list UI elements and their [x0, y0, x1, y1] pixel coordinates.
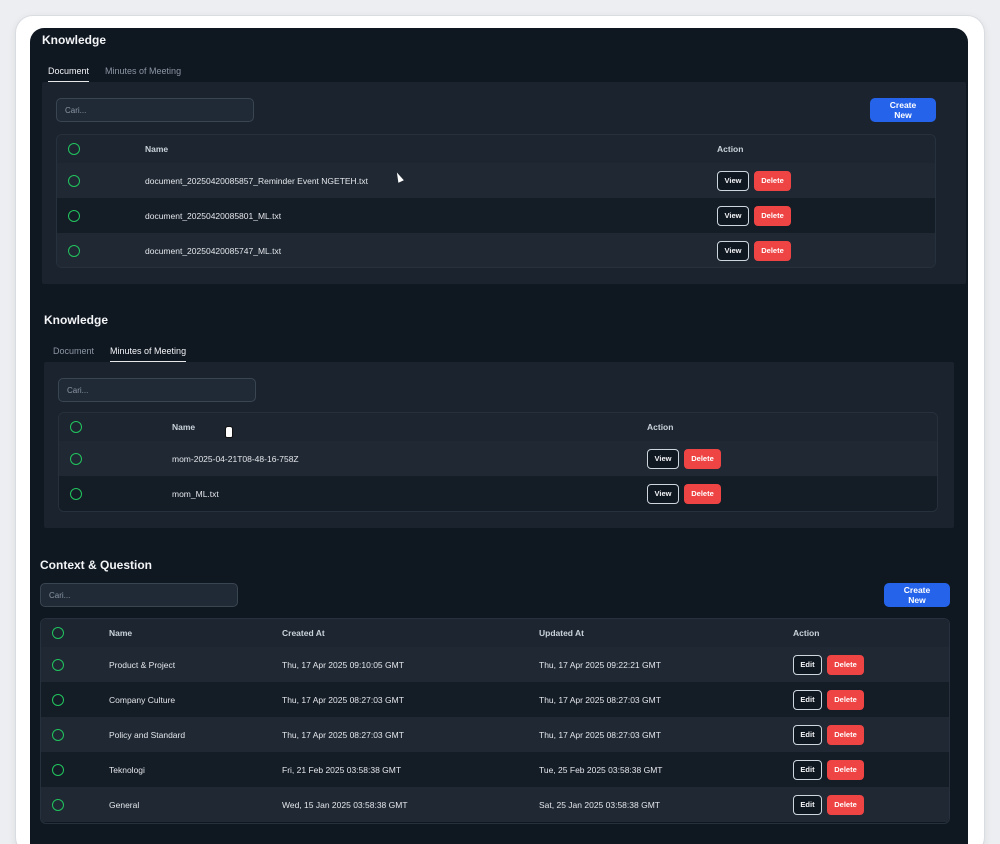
column-header-updated-at: Updated At — [539, 628, 585, 638]
document-table: Name Action document_20250420085857_Remi… — [56, 134, 936, 268]
minutes-table: Name Action mom-2025-04-21T08-48-16-758Z… — [58, 412, 938, 512]
table-row: Company Culture Thu, 17 Apr 2025 08:27:0… — [41, 682, 949, 717]
row-select-radio[interactable] — [52, 728, 64, 741]
row-select-radio[interactable] — [68, 244, 80, 257]
created-at: Fri, 21 Feb 2025 03:58:38 GMT — [282, 764, 402, 775]
column-header-action: Action — [793, 628, 820, 638]
row-select-radio[interactable] — [70, 452, 82, 465]
updated-at: Thu, 17 Apr 2025 09:22:21 GMT — [539, 659, 661, 670]
view-button[interactable]: View — [717, 205, 749, 226]
knowledge-mom-panel: Name Action mom-2025-04-21T08-48-16-758Z… — [44, 362, 954, 528]
tab-document[interactable]: Document — [53, 346, 94, 363]
created-at: Wed, 15 Jan 2025 03:58:38 GMT — [282, 799, 408, 810]
minutes-name: mom_ML.txt — [172, 488, 219, 499]
table-header: Name Created At Updated At Action — [41, 619, 949, 647]
updated-at: Sat, 25 Jan 2025 03:58:38 GMT — [539, 799, 660, 810]
tab-minutes-of-meeting[interactable]: Minutes of Meeting — [105, 66, 181, 83]
created-at: Thu, 17 Apr 2025 09:10:05 GMT — [282, 659, 404, 670]
delete-button[interactable]: Delete — [827, 794, 864, 815]
context-name: Teknologi — [109, 764, 145, 775]
delete-button[interactable]: Delete — [827, 654, 864, 675]
view-button[interactable]: View — [717, 240, 749, 261]
edit-button[interactable]: Edit — [793, 759, 822, 780]
table-row: document_20250420085747_ML.txt View Dele… — [57, 233, 935, 267]
table-row: Teknologi Fri, 21 Feb 2025 03:58:38 GMT … — [41, 752, 949, 787]
table-row: Product & Project Thu, 17 Apr 2025 09:10… — [41, 647, 949, 682]
view-button[interactable]: View — [717, 170, 749, 191]
context-title: Context & Question — [40, 558, 153, 572]
edit-button[interactable]: Edit — [793, 654, 822, 675]
row-select-radio[interactable] — [68, 174, 80, 187]
created-at: Thu, 17 Apr 2025 08:27:03 GMT — [282, 729, 404, 740]
row-select-radio[interactable] — [52, 798, 64, 811]
created-at: Thu, 17 Apr 2025 08:27:03 GMT — [282, 694, 404, 705]
document-name: document_20250420085857_Reminder Event N… — [145, 175, 369, 186]
delete-button[interactable]: Delete — [684, 448, 721, 469]
hand-cursor-icon — [225, 426, 233, 438]
delete-button[interactable]: Delete — [754, 205, 791, 226]
document-name: document_20250420085801_ML.txt — [145, 210, 282, 221]
search-input[interactable] — [40, 583, 238, 607]
table-header: Name Action — [59, 413, 937, 441]
context-name: Product & Project — [109, 659, 176, 670]
context-name: Company Culture — [109, 694, 176, 705]
select-all-radio[interactable] — [68, 143, 80, 155]
minutes-name: mom-2025-04-21T08-48-16-758Z — [172, 453, 299, 464]
table-row: mom-2025-04-21T08-48-16-758Z View Delete — [59, 441, 937, 476]
knowledge-doc-tabs: Document Minutes of Meeting — [48, 66, 181, 83]
knowledge-mom-title: Knowledge — [44, 313, 109, 327]
select-all-radio[interactable] — [70, 421, 82, 433]
updated-at: Thu, 17 Apr 2025 08:27:03 GMT — [539, 694, 661, 705]
edit-button[interactable]: Edit — [793, 794, 822, 815]
edit-button[interactable]: Edit — [793, 724, 822, 745]
delete-button[interactable]: Delete — [827, 724, 864, 745]
context-table: Name Created At Updated At Action Produc… — [40, 618, 950, 824]
create-new-button[interactable]: Create New — [884, 583, 950, 607]
updated-at: Tue, 25 Feb 2025 03:58:38 GMT — [539, 764, 663, 775]
column-header-action: Action — [647, 422, 674, 432]
updated-at: Thu, 17 Apr 2025 08:27:03 GMT — [539, 729, 661, 740]
knowledge-mom-tabs: Document Minutes of Meeting — [53, 346, 187, 363]
delete-button[interactable]: Delete — [754, 170, 791, 191]
table-row: document_20250420085857_Reminder Event N… — [57, 163, 935, 198]
tab-minutes-of-meeting[interactable]: Minutes of Meeting — [110, 346, 187, 363]
delete-button[interactable]: Delete — [827, 759, 864, 780]
table-row: mom_ML.txt View Delete — [59, 476, 937, 511]
column-header-name: Name — [109, 628, 133, 638]
column-header-name: Name — [172, 422, 196, 432]
view-button[interactable]: View — [647, 483, 679, 504]
table-row: General Wed, 15 Jan 2025 03:58:38 GMT Sa… — [41, 787, 949, 822]
delete-button[interactable]: Delete — [754, 240, 791, 261]
edit-button[interactable]: Edit — [793, 689, 822, 710]
column-header-action: Action — [717, 144, 744, 154]
app-screen: Knowledge Document Minutes of Meeting Cr… — [30, 28, 968, 844]
row-select-radio[interactable] — [52, 693, 64, 706]
delete-button[interactable]: Delete — [684, 483, 721, 504]
knowledge-doc-title: Knowledge — [42, 33, 107, 47]
view-button[interactable]: View — [647, 448, 679, 469]
delete-button[interactable]: Delete — [827, 689, 864, 710]
knowledge-doc-panel: Create New Name Action document_20250420… — [42, 82, 966, 284]
table-row: document_20250420085801_ML.txt View Dele… — [57, 198, 935, 233]
context-name: Policy and Standard — [109, 729, 186, 740]
column-header-name: Name — [145, 144, 169, 154]
select-all-radio[interactable] — [52, 627, 64, 639]
context-name: General — [109, 799, 140, 810]
column-header-created-at: Created At — [282, 628, 325, 638]
row-select-radio[interactable] — [52, 763, 64, 776]
document-name: document_20250420085747_ML.txt — [145, 245, 282, 256]
search-input[interactable] — [56, 98, 254, 122]
search-input[interactable] — [58, 378, 256, 402]
row-select-radio[interactable] — [68, 209, 80, 222]
row-select-radio[interactable] — [70, 487, 82, 500]
create-new-button[interactable]: Create New — [870, 98, 936, 122]
tab-document[interactable]: Document — [48, 66, 90, 83]
table-header: Name Action — [57, 135, 935, 163]
table-row: Policy and Standard Thu, 17 Apr 2025 08:… — [41, 717, 949, 752]
row-select-radio[interactable] — [52, 658, 64, 671]
